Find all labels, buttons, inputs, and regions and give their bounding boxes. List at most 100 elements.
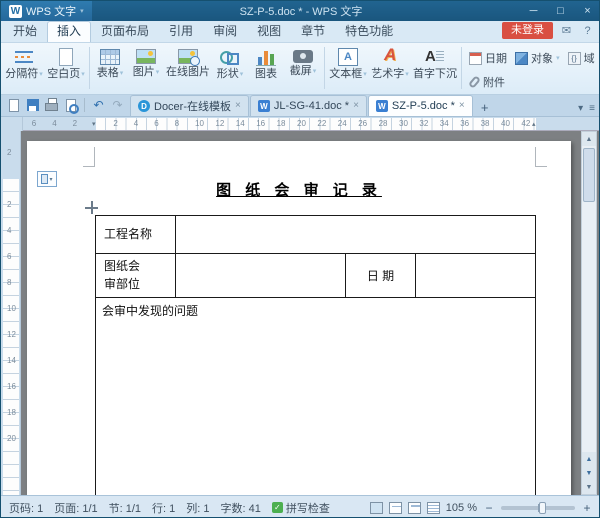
object-icon	[515, 52, 528, 65]
previous-page-button[interactable]: ▲	[582, 452, 596, 466]
message-icon[interactable]: ✉	[559, 24, 574, 37]
ruler-number: 2	[113, 119, 117, 128]
issues-cell[interactable]: 会审中发现的问题	[96, 298, 536, 496]
doc-tab-jl-sg-41[interactable]: W JL-SG-41.doc * ×	[250, 95, 367, 116]
wps-writer-window: W WPS 文字 ▾ SZ-P-5.doc * - WPS 文字 ─ □ × 开…	[0, 0, 600, 518]
view-outline-icon[interactable]	[427, 502, 440, 514]
ruler-number: 10	[7, 304, 16, 313]
tab-view[interactable]: 视图	[247, 21, 291, 42]
zoom-slider-thumb[interactable]	[539, 502, 546, 514]
ruler-number: 16	[256, 119, 265, 128]
spell-check-status[interactable]: ✓ 拼写检查	[272, 500, 330, 516]
tab-home[interactable]: 开始	[3, 21, 47, 42]
review-part-cell[interactable]	[176, 254, 346, 298]
insert-break-button[interactable]: 分隔符▾	[3, 44, 45, 94]
save-icon[interactable]	[27, 99, 39, 111]
close-button[interactable]: ×	[574, 1, 600, 21]
status-column: 列: 1	[186, 500, 209, 516]
right-indent-marker[interactable]: ▴	[532, 120, 536, 128]
ruler-number: 34	[440, 119, 449, 128]
document-page[interactable]: ▾ 图 纸 会 审 记 录 工程名称 图纸会 审部位 日 期	[27, 141, 571, 495]
print-preview-icon[interactable]	[66, 99, 76, 112]
ruler-number: 38	[481, 119, 490, 128]
close-tab-icon[interactable]: ×	[459, 101, 465, 111]
tab-references[interactable]: 引用	[159, 21, 203, 42]
undo-icon[interactable]: ↶	[91, 98, 106, 113]
doc-tab-sz-p-5[interactable]: W SZ-P-5.doc * ×	[368, 95, 473, 116]
doc-tab-docer[interactable]: D Docer-在线模板 ×	[130, 95, 249, 116]
tab-insert[interactable]: 插入	[47, 21, 91, 42]
tab-menu-icon[interactable]: ≡	[589, 103, 595, 114]
zoom-out-button[interactable]: −	[483, 501, 495, 515]
review-part-label[interactable]: 图纸会 审部位	[96, 254, 176, 298]
wps-doc-icon: W	[376, 100, 388, 112]
horizontal-ruler[interactable]: 6422468101214161820222426283032343638404…	[1, 117, 600, 131]
insert-field-button[interactable]: {} 域	[565, 49, 598, 67]
project-name-label[interactable]: 工程名称	[96, 216, 176, 254]
vertical-scrollbar[interactable]: ▲ ▲ ▼ ▼	[581, 131, 597, 495]
ribbon-separator	[461, 47, 462, 89]
redo-icon[interactable]: ↷	[110, 98, 125, 113]
view-web-layout-icon[interactable]	[408, 502, 421, 514]
view-fullscreen-icon[interactable]	[389, 502, 402, 514]
insert-table-button[interactable]: 表格▾	[92, 44, 128, 94]
ruler-number: 2	[7, 148, 11, 157]
tab-section[interactable]: 章节	[291, 21, 335, 42]
insert-online-picture-button[interactable]: 在线图片	[164, 44, 212, 94]
insert-chart-button[interactable]: 图表	[248, 44, 284, 94]
view-page-layout-icon[interactable]	[370, 502, 383, 514]
ruler-number: 24	[338, 119, 347, 128]
insert-textbox-button[interactable]: 文本框▾	[327, 44, 369, 94]
close-tab-icon[interactable]: ×	[353, 101, 359, 111]
tab-special-features[interactable]: 特色功能	[335, 21, 403, 42]
left-indent-marker[interactable]: ▾	[92, 120, 96, 128]
status-section: 节: 1/1	[109, 500, 141, 516]
insert-picture-button[interactable]: 图片▾	[128, 44, 164, 94]
dropcap-icon	[425, 48, 445, 66]
zoom-slider[interactable]	[501, 506, 575, 510]
margin-crop-mark	[535, 147, 547, 167]
table-move-handle[interactable]	[85, 201, 98, 214]
field-icon: {}	[568, 52, 581, 65]
ruler-number: 26	[358, 119, 367, 128]
document-heading[interactable]: 图 纸 会 审 记 录	[27, 179, 571, 200]
close-tab-icon[interactable]: ×	[235, 101, 241, 111]
ruler-number: 20	[7, 434, 16, 443]
next-page-button[interactable]: ▼	[582, 466, 596, 480]
zoom-in-button[interactable]: +	[581, 501, 593, 515]
ruler-number: 10	[195, 119, 204, 128]
insert-blank-page-button[interactable]: 空白页▾	[45, 44, 87, 94]
tab-page-layout[interactable]: 页面布局	[91, 21, 159, 42]
tab-review[interactable]: 审阅	[203, 21, 247, 42]
insert-date-button[interactable]: 日期	[466, 49, 510, 67]
minimize-button[interactable]: ─	[520, 1, 547, 21]
ruler-number: 4	[52, 119, 56, 128]
scrollbar-thumb[interactable]	[583, 148, 595, 202]
project-name-cell[interactable]	[176, 216, 536, 254]
new-tab-button[interactable]: +	[476, 98, 494, 116]
ruler-number: 22	[317, 119, 326, 128]
ruler-number: 6	[32, 119, 36, 128]
insert-dropcap-button[interactable]: 首字下沉	[411, 44, 459, 94]
help-icon[interactable]: ?	[580, 25, 595, 37]
status-word-count[interactable]: 字数: 41	[221, 500, 261, 516]
insert-wordart-button[interactable]: 艺术字▾	[369, 44, 411, 94]
scroll-up-icon[interactable]: ▲	[582, 132, 596, 146]
login-button[interactable]: 未登录	[502, 22, 553, 39]
wps-menu-button[interactable]: W WPS 文字 ▾	[1, 1, 92, 21]
insert-shapes-button[interactable]: 形状▾	[212, 44, 248, 94]
zoom-level[interactable]: 105 %	[446, 502, 477, 514]
scroll-down-icon[interactable]: ▼	[582, 480, 596, 494]
maximize-button[interactable]: □	[547, 1, 574, 21]
ruler-number: 8	[175, 119, 179, 128]
insert-object-button[interactable]: 对象 ▾	[512, 49, 563, 67]
insert-screenshot-button[interactable]: 截屏▾	[284, 44, 322, 94]
print-icon[interactable]	[45, 103, 58, 111]
new-document-icon[interactable]	[9, 99, 19, 112]
screenshot-icon	[293, 50, 313, 63]
date-label[interactable]: 日 期	[346, 254, 416, 298]
vertical-ruler[interactable]: 22468101214161820	[1, 131, 21, 495]
date-cell[interactable]	[416, 254, 536, 298]
insert-attachment-button[interactable]: 附件	[466, 73, 508, 91]
tab-list-icon[interactable]: ▾	[578, 103, 583, 114]
